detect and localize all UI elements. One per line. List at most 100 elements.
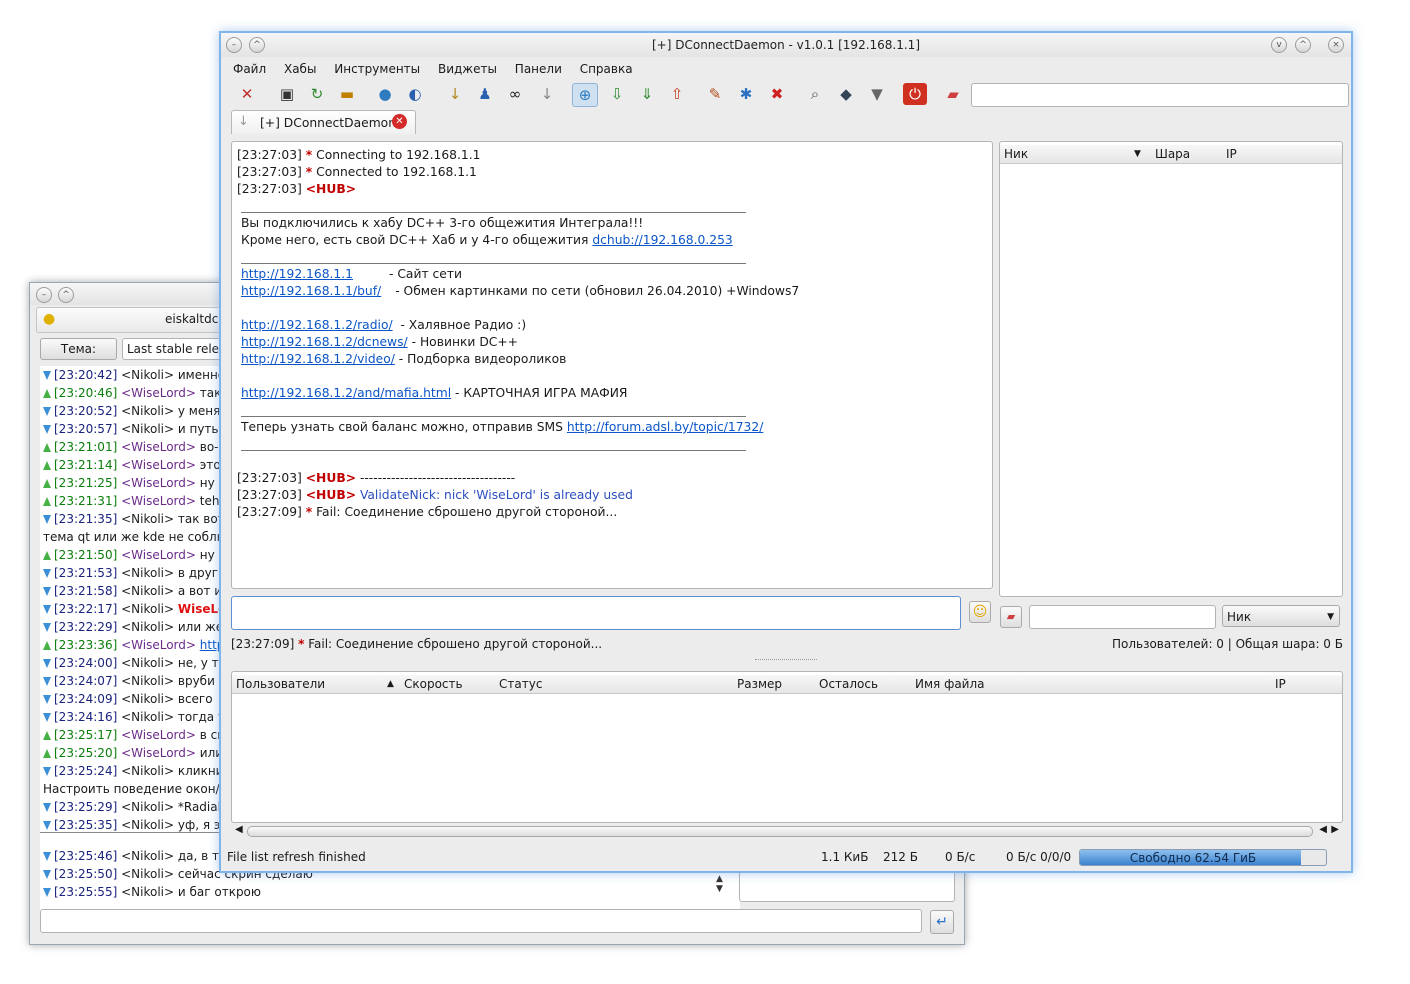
message-nick[interactable]: <Nikoli>	[121, 674, 174, 688]
close-icon[interactable]: ×	[1328, 37, 1344, 53]
upload-icon[interactable]: ⇧	[665, 83, 689, 105]
user-filter-input[interactable]	[1029, 605, 1216, 629]
user-list[interactable]: Ник ▼ Шара IP	[999, 141, 1343, 597]
message-nick[interactable]: <Nikoli>	[121, 368, 174, 382]
keep-above-button[interactable]: ^	[58, 287, 74, 303]
window-menu-button[interactable]: –	[36, 287, 52, 303]
toolbar-search-input[interactable]	[971, 83, 1349, 107]
sort-chevron-up-icon[interactable]: ▲	[387, 675, 394, 693]
connect-tools-icon[interactable]: ✕	[235, 83, 259, 105]
public-hubs-icon[interactable]: ◐	[403, 83, 427, 105]
scroll-left-icon[interactable]: ◀	[1319, 824, 1327, 835]
video-link[interactable]: http://192.168.1.2/video/	[241, 352, 395, 366]
search-binoculars-icon[interactable]: ∞	[503, 83, 527, 105]
message-nick[interactable]: <Nikoli>	[121, 867, 174, 881]
chat-message-input[interactable]	[231, 596, 961, 630]
back-message-input[interactable]	[40, 909, 922, 933]
col-ip[interactable]: IP	[1226, 145, 1237, 163]
menu-help[interactable]: Справка	[580, 60, 633, 78]
forum-link[interactable]: http://forum.adsl.by/topic/1732/	[567, 420, 763, 434]
filter-column-select[interactable]: Ник ▼	[1222, 605, 1340, 627]
buf-link[interactable]: http://192.168.1.1/buf/	[241, 284, 381, 298]
scroll-left-icon[interactable]: ◀	[235, 824, 243, 835]
col-remaining[interactable]: Осталось	[819, 675, 878, 693]
scroll-arrows-icon[interactable]: ▲ ▼	[716, 874, 723, 894]
col-nick[interactable]: Ник	[1004, 145, 1028, 163]
message-nick[interactable]: <Nikoli>	[121, 656, 174, 670]
menu-hubs[interactable]: Хабы	[284, 60, 316, 78]
send-icon[interactable]: ↵	[930, 910, 954, 934]
col-speed[interactable]: Скорость	[404, 675, 463, 693]
site-link[interactable]: http://192.168.1.1	[241, 267, 353, 281]
remove-icon[interactable]: ✖	[765, 83, 789, 105]
message-nick[interactable]: <Nikoli>	[121, 422, 174, 436]
smiley-icon[interactable]: ☺	[969, 601, 991, 623]
message-nick[interactable]: <Nikoli>	[121, 512, 174, 526]
hub-list-icon[interactable]: ▣	[275, 83, 299, 105]
message-nick[interactable]: <Nikoli>	[121, 885, 174, 899]
col-share[interactable]: Шара	[1155, 145, 1190, 163]
message-nick[interactable]: <WiseLord>	[121, 746, 196, 760]
menu-tools[interactable]: Инструменты	[334, 60, 420, 78]
col-transfer-ip[interactable]: IP	[1275, 675, 1286, 693]
finished-downloads-icon[interactable]: ⇓	[635, 83, 659, 105]
quick-connect-icon[interactable]: ⊕	[572, 83, 598, 107]
message-nick[interactable]: <WiseLord>	[121, 494, 196, 508]
scroll-right-icon[interactable]: ▶	[1331, 824, 1339, 835]
message-nick[interactable]: <WiseLord>	[121, 638, 196, 652]
search-spy-icon[interactable]: ✱	[734, 83, 758, 105]
mafia-link[interactable]: http://192.168.1.2/and/mafia.html	[241, 386, 451, 400]
message-nick[interactable]: <WiseLord>	[121, 386, 196, 400]
topic-button[interactable]: Тема:	[40, 338, 117, 360]
globe-icon[interactable]: ●	[373, 83, 397, 105]
sort-chevron-down-icon[interactable]: ▼	[1134, 145, 1141, 163]
hub-nick[interactable]: <HUB>	[306, 182, 356, 196]
clear-filter-eraser-icon[interactable]: ▰	[1000, 606, 1022, 628]
menu-file[interactable]: Файл	[233, 60, 266, 78]
message-nick[interactable]: <Nikoli>	[121, 602, 174, 616]
message-nick[interactable]: <Nikoli>	[121, 800, 174, 814]
maximize-icon[interactable]: ^	[1295, 37, 1311, 53]
scrollbar-thumb[interactable]	[247, 826, 1313, 837]
shield-icon[interactable]: ◆	[834, 83, 858, 105]
message-nick[interactable]: <Nikoli>	[121, 849, 174, 863]
message-nick[interactable]: <WiseLord>	[121, 548, 196, 562]
message-nick[interactable]: <Nikoli>	[121, 818, 174, 832]
dchub-link[interactable]: dchub://192.168.0.253	[592, 233, 732, 247]
clear-icon[interactable]: ✎	[703, 83, 727, 105]
download-queue-icon[interactable]: ↓	[443, 83, 467, 105]
message-nick[interactable]: <Nikoli>	[121, 566, 174, 580]
hub-nick[interactable]: <HUB>	[306, 488, 356, 502]
splitter-handle[interactable]	[755, 659, 817, 660]
adl-search-icon[interactable]: ⌕	[803, 83, 827, 105]
pin-icon[interactable]: ↓	[535, 83, 559, 105]
fav-hubs-icon[interactable]: ▬	[335, 83, 359, 105]
message-nick[interactable]: <Nikoli>	[121, 710, 174, 724]
radio-link[interactable]: http://192.168.1.2/radio/	[241, 318, 393, 332]
message-nick[interactable]: <WiseLord>	[121, 458, 196, 472]
transfer-view[interactable]: Пользователи ▲ Скорость Статус Размер Ос…	[231, 671, 1343, 823]
col-size[interactable]: Размер	[737, 675, 782, 693]
tab-dconnectdaemon[interactable]: ↓ [+] DConnectDaemon ✕	[231, 110, 416, 134]
menu-widgets[interactable]: Виджеты	[438, 60, 497, 78]
eraser-icon[interactable]: ▰	[941, 83, 965, 105]
horizontal-scrollbar[interactable]: ◀ ◀ ▶	[231, 824, 1341, 838]
message-nick[interactable]: <Nikoli>	[121, 620, 174, 634]
message-nick[interactable]: <Nikoli>	[121, 584, 174, 598]
hub-nick[interactable]: <HUB>	[306, 471, 356, 485]
hub-chat-area[interactable]: [23:27:03] * Connecting to 192.168.1.1 […	[231, 141, 993, 589]
quit-icon[interactable]: ⏻	[903, 83, 927, 105]
users-icon[interactable]: ♟	[473, 83, 497, 105]
message-nick[interactable]: <WiseLord>	[121, 728, 196, 742]
tab-close-icon[interactable]: ✕	[392, 114, 407, 129]
dcnews-link[interactable]: http://192.168.1.2/dcnews/	[241, 335, 408, 349]
message-nick[interactable]: <Nikoli>	[121, 764, 174, 778]
download-icon[interactable]: ⇩	[605, 83, 629, 105]
reconnect-icon[interactable]: ↻	[305, 83, 329, 105]
message-nick[interactable]: <Nikoli>	[121, 404, 174, 418]
menu-panels[interactable]: Панели	[515, 60, 562, 78]
col-users[interactable]: Пользователи	[236, 675, 325, 693]
filter-icon[interactable]: ▼	[865, 83, 889, 105]
message-nick[interactable]: <WiseLord>	[121, 476, 196, 490]
minimize-icon[interactable]: v	[1271, 37, 1287, 53]
